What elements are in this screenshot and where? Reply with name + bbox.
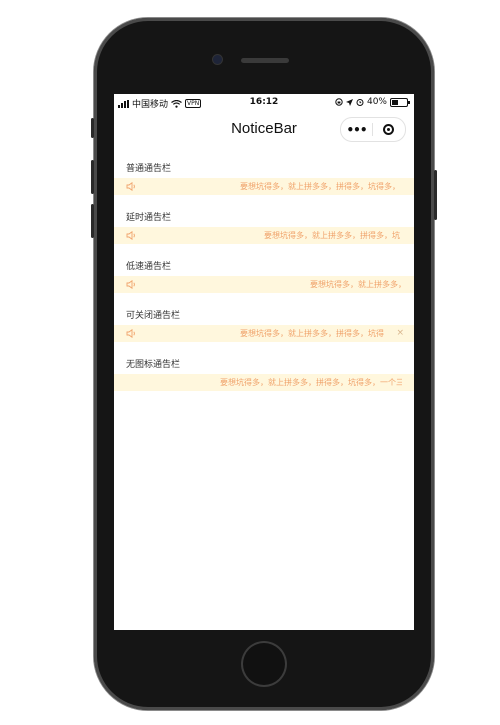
notice-bar[interactable]: 要想坑得多，就上拼多多，拼得多，坑得 ×	[114, 325, 414, 342]
volume-up-button	[91, 160, 94, 194]
front-camera	[213, 55, 222, 64]
power-button	[434, 170, 437, 220]
status-bar: 中国移动 VPN 16:12 40%	[114, 94, 414, 112]
earpiece-speaker	[241, 58, 289, 63]
circle-target-icon	[383, 124, 394, 135]
battery-percent: 40%	[366, 97, 387, 107]
volume-icon	[126, 182, 135, 191]
notice-clip: 要想坑得多，就上拼多多，	[142, 276, 404, 293]
close-icon[interactable]: ×	[396, 328, 404, 338]
notice-text: 要想坑得多，就上拼多多，拼得多，坑得	[240, 329, 384, 338]
home-button[interactable]	[241, 641, 287, 687]
section-title: 可关闭通告栏	[126, 311, 181, 321]
mute-switch	[91, 118, 94, 138]
notice-bar[interactable]: 要想坑得多，就上拼多多，拼得多，坑得多，一个三	[114, 374, 414, 391]
location-icon	[345, 98, 353, 106]
section-title: 延时通告栏	[126, 213, 172, 223]
rotation-lock-icon	[335, 98, 343, 106]
volume-icon	[126, 329, 135, 338]
volume-icon	[126, 280, 135, 289]
notice-text: 要想坑得多，就上拼多多，拼得多，坑得多，	[240, 182, 400, 191]
notice-text: 要想坑得多，就上拼多多，	[310, 280, 404, 289]
notice-bar[interactable]: 要想坑得多，就上拼多多，	[114, 276, 414, 293]
alarm-icon	[356, 99, 364, 106]
more-menu-button[interactable]: •••	[341, 124, 372, 136]
notice-text: 要想坑得多，就上拼多多，拼得多，坑	[264, 231, 400, 240]
volume-down-button	[91, 204, 94, 238]
section-title: 普通通告栏	[126, 164, 172, 174]
mini-program-capsule: •••	[340, 117, 406, 142]
notice-clip: 要想坑得多，就上拼多多，拼得多，坑得	[142, 325, 388, 342]
phone-screen: 中国移动 VPN 16:12 40% NoticeBar ••• 普通通告栏 要…	[114, 94, 414, 630]
nav-bar: NoticeBar •••	[114, 112, 414, 146]
volume-icon	[126, 231, 135, 240]
notice-clip: 要想坑得多，就上拼多多，拼得多，坑得多，	[142, 178, 404, 195]
notice-clip: 要想坑得多，就上拼多多，拼得多，坑得多，一个三	[126, 374, 402, 391]
section-title: 无图标通告栏	[126, 360, 181, 370]
notice-bar[interactable]: 要想坑得多，就上拼多多，拼得多，坑	[114, 227, 414, 244]
notice-bar[interactable]: 要想坑得多，就上拼多多，拼得多，坑得多，	[114, 178, 414, 195]
notice-clip: 要想坑得多，就上拼多多，拼得多，坑	[142, 227, 400, 244]
notice-text: 要想坑得多，就上拼多多，拼得多，坑得多，一个三	[220, 378, 402, 387]
exit-button[interactable]	[373, 124, 404, 135]
section-title: 低速通告栏	[126, 262, 172, 272]
battery-icon	[390, 97, 410, 107]
